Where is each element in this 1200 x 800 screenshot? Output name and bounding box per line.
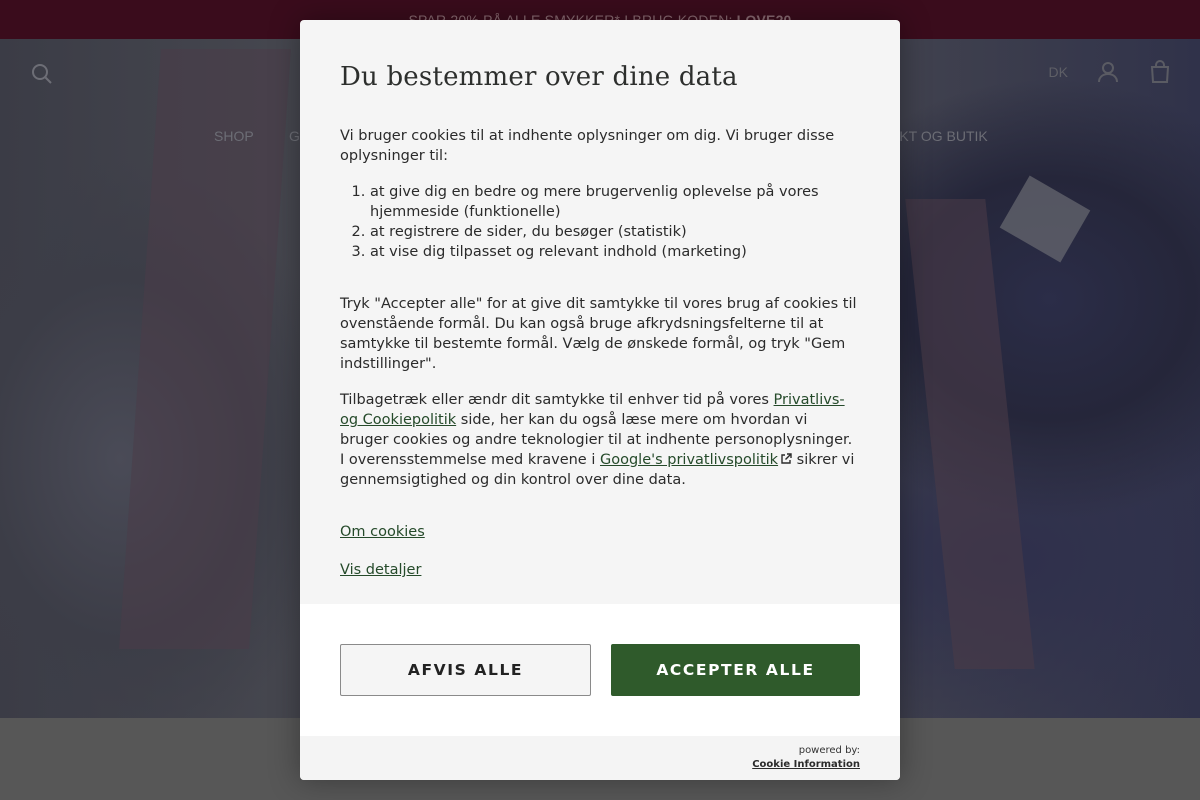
purpose-item: at give dig en bedre og mere brugervenli… — [370, 182, 860, 222]
cookie-consent-dialog: Du bestemmer over dine data Vi bruger co… — [300, 20, 900, 780]
search-icon[interactable] — [30, 62, 56, 88]
language-selector[interactable]: DK — [1049, 64, 1068, 80]
consent-actions: AFVIS ALLE ACCEPTER ALLE — [300, 604, 900, 736]
withdraw-text: Tilbagetræk eller ændr dit samtykke til … — [340, 390, 860, 490]
show-details-link[interactable]: Vis detaljer — [340, 560, 421, 580]
powered-by-label: powered by: — [798, 745, 860, 756]
bag-icon[interactable] — [1148, 60, 1172, 84]
external-link-icon — [780, 451, 792, 464]
google-privacy-link-label: Google's privatlivspolitik — [599, 452, 779, 468]
consent-body: Du bestemmer over dine data Vi bruger co… — [300, 20, 900, 604]
user-icon[interactable] — [1096, 60, 1120, 84]
header-actions: DK — [1049, 60, 1172, 84]
nav-item-kontakt[interactable]: AKT OG BUTIK — [890, 128, 988, 144]
consent-footer: powered by: Cookie Information — [300, 736, 900, 780]
dialog-title: Du bestemmer over dine data — [340, 62, 738, 92]
about-cookies-link[interactable]: Om cookies — [340, 522, 425, 542]
consent-intro: Vi bruger cookies til at indhente oplysn… — [340, 128, 835, 164]
purpose-list: at give dig en bedre og mere brugervenli… — [370, 182, 860, 262]
reject-all-button[interactable]: AFVIS ALLE — [340, 644, 591, 696]
purpose-item: at registrere de sider, du besøger (stat… — [370, 222, 860, 242]
withdraw-text-start: Tilbagetræk eller ændr dit samtykke til … — [340, 392, 774, 408]
consent-instructions: Tryk "Accepter alle" for at give dit sam… — [340, 296, 857, 372]
accept-all-button[interactable]: ACCEPTER ALLE — [611, 644, 860, 696]
nav-item-partial[interactable]: G — [289, 128, 300, 144]
hero-decor — [999, 175, 1091, 263]
nav-item-shop[interactable]: SHOP — [214, 128, 254, 144]
purpose-item: at vise dig tilpasset og relevant indhol… — [370, 242, 860, 262]
hero-decor — [905, 199, 1035, 669]
google-privacy-link[interactable]: Google's privatlivspolitik — [600, 452, 792, 468]
provider-link[interactable]: Cookie Information — [752, 757, 860, 772]
